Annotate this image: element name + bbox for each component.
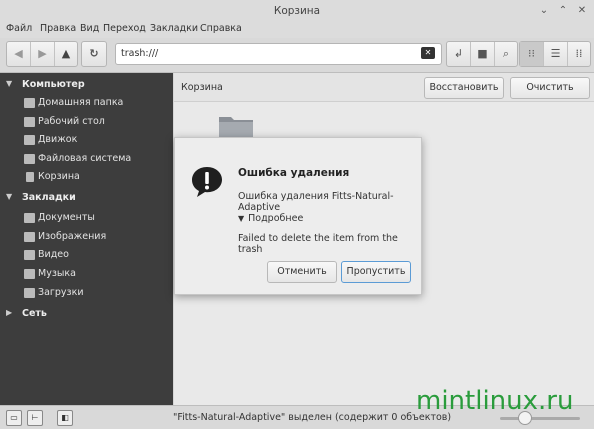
- location-text[interactable]: trash:///: [121, 48, 158, 59]
- sidebar: ▼ Компьютер Домашняя папка Рабочий стол …: [0, 73, 173, 405]
- hide-sidebar-icon[interactable]: ◧: [57, 410, 73, 426]
- videos-folder-icon: [24, 250, 35, 260]
- sidebar-item-music[interactable]: Музыка: [0, 266, 173, 284]
- location-label: Корзина: [181, 82, 223, 93]
- title-bar: Корзина ⌄ ⌃ ✕: [0, 0, 594, 23]
- sidebar-item-documents[interactable]: Документы: [0, 210, 173, 228]
- sidebar-section-bookmarks[interactable]: ▼ Закладки: [0, 190, 173, 208]
- window-title: Корзина: [273, 5, 321, 17]
- details-expander[interactable]: ▼ Подробнее: [238, 213, 303, 224]
- trash-header: Корзина Восстановить Очистить: [174, 73, 594, 102]
- sidebar-item-desktop[interactable]: Рабочий стол: [0, 114, 173, 132]
- forward-icon[interactable]: ▶: [31, 42, 54, 66]
- skip-button[interactable]: Пропустить: [341, 261, 411, 283]
- sidebar-section-computer[interactable]: ▼ Компьютер: [0, 77, 173, 95]
- up-icon[interactable]: ▲: [55, 42, 77, 66]
- music-folder-icon: [24, 269, 35, 279]
- desktop-icon: [24, 117, 35, 127]
- expanded-arrow-icon: ▼: [6, 192, 13, 201]
- toolbar: ◀ ▶ ▲ ↻ trash:/// ✕ ↲ ■ ⌕ ⁝⁝ ☰ ⁞⁞: [0, 38, 594, 73]
- toggle-location-icon[interactable]: ↲: [447, 42, 470, 66]
- status-text: "Fitts-Natural-Adaptive" выделен (содерж…: [173, 412, 452, 423]
- menu-help[interactable]: Справка: [200, 23, 242, 34]
- dialog-title: Ошибка удаления: [238, 167, 350, 179]
- menu-edit[interactable]: Правка: [40, 23, 76, 34]
- menu-bar: Файл Правка Вид Переход Закладки Справка: [0, 22, 594, 38]
- home-folder-icon: [24, 98, 35, 108]
- reload-button[interactable]: ↻: [81, 41, 107, 67]
- cancel-button[interactable]: Отменить: [267, 261, 337, 283]
- sidebar-item-filesystem[interactable]: Файловая система: [0, 151, 173, 169]
- nav-button-group: ◀ ▶ ▲: [6, 41, 78, 67]
- menu-file[interactable]: Файл: [6, 23, 32, 34]
- menu-go[interactable]: Переход: [103, 23, 146, 34]
- compact-view-icon[interactable]: ⁞⁞: [568, 42, 590, 66]
- show-places-icon[interactable]: ▭: [6, 410, 22, 426]
- trash-icon: [26, 172, 34, 182]
- drive-icon: [24, 135, 35, 145]
- downloads-folder-icon: [24, 288, 35, 298]
- new-folder-icon[interactable]: ■: [471, 42, 494, 66]
- dialog-message: Ошибка удаления Fitts-Natural-Adaptive: [238, 191, 394, 213]
- details-label: Подробнее: [248, 213, 304, 224]
- menu-bookmarks[interactable]: Закладки: [150, 23, 198, 34]
- site-watermark: mintlinux.ru: [416, 386, 574, 416]
- sidebar-item-pictures[interactable]: Изображения: [0, 229, 173, 247]
- sidebar-item-home[interactable]: Домашняя папка: [0, 95, 173, 113]
- sidebar-item-drive[interactable]: Движок: [0, 132, 173, 150]
- search-icon[interactable]: ⌕: [495, 42, 517, 66]
- clear-location-icon[interactable]: ✕: [421, 47, 435, 59]
- restore-button[interactable]: Восстановить: [424, 77, 504, 99]
- pictures-folder-icon: [24, 232, 35, 242]
- list-view-icon[interactable]: ☰: [544, 42, 567, 66]
- filesystem-icon: [24, 154, 35, 164]
- sidebar-item-downloads[interactable]: Загрузки: [0, 285, 173, 303]
- error-speech-bubble-icon: [192, 167, 222, 197]
- maximize-icon[interactable]: ⌃: [556, 4, 570, 18]
- show-tree-icon[interactable]: ⊢: [27, 410, 43, 426]
- minimize-icon[interactable]: ⌄: [537, 4, 551, 18]
- documents-folder-icon: [24, 213, 35, 223]
- location-input[interactable]: trash:/// ✕: [115, 43, 442, 65]
- collapsed-arrow-icon: ▶: [6, 308, 13, 317]
- sidebar-section-network[interactable]: ▶ Сеть: [0, 306, 173, 324]
- zoom-slider-track[interactable]: [500, 417, 580, 420]
- empty-trash-button[interactable]: Очистить: [510, 77, 590, 99]
- view-button-group: ⁝⁝ ☰ ⁞⁞: [519, 41, 591, 67]
- expander-arrow-icon: ▼: [238, 214, 245, 223]
- folder-icon[interactable]: [218, 113, 254, 139]
- sidebar-item-trash[interactable]: Корзина: [0, 169, 173, 187]
- back-icon[interactable]: ◀: [7, 42, 30, 66]
- menu-view[interactable]: Вид: [80, 23, 99, 34]
- error-detail-text: Failed to delete the item from the trash: [238, 233, 398, 255]
- expanded-arrow-icon: ▼: [6, 79, 13, 88]
- tools-button-group: ↲ ■ ⌕: [446, 41, 518, 67]
- error-dialog: Ошибка удаления Ошибка удаления Fitts-Na…: [174, 137, 422, 295]
- sidebar-item-videos[interactable]: Видео: [0, 247, 173, 265]
- icon-view-icon[interactable]: ⁝⁝: [520, 42, 543, 66]
- reload-icon[interactable]: ↻: [82, 42, 106, 66]
- close-icon[interactable]: ✕: [575, 4, 589, 18]
